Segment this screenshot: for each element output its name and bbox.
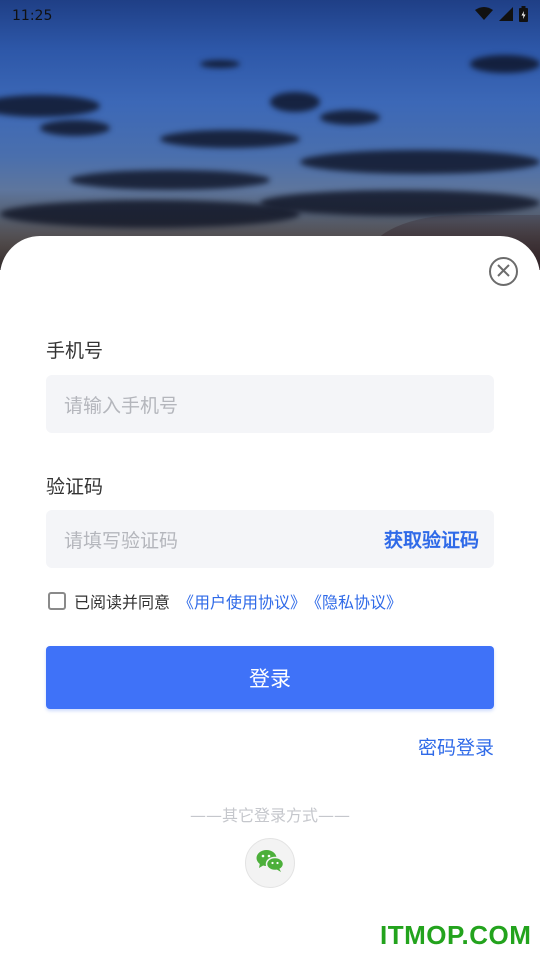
code-input[interactable]: 请填写验证码 获取验证码 bbox=[46, 510, 494, 568]
phone-placeholder: 请输入手机号 bbox=[64, 394, 179, 417]
get-code-button[interactable]: 获取验证码 bbox=[384, 526, 479, 553]
close-icon bbox=[497, 262, 510, 281]
battery-icon bbox=[519, 6, 528, 26]
status-time: 11:25 bbox=[12, 8, 53, 24]
other-login-title: ——其它登录方式—— bbox=[189, 806, 350, 825]
watermark-logo: ITMOP.COM bbox=[380, 920, 532, 950]
status-bar: 11:25 bbox=[0, 0, 540, 32]
close-button[interactable] bbox=[489, 257, 518, 286]
signal-icon bbox=[499, 7, 513, 25]
code-placeholder: 请填写验证码 bbox=[64, 529, 179, 552]
agreement-row: 已阅读并同意 《用户使用协议》 《隐私协议》 bbox=[48, 589, 402, 613]
login-button[interactable]: 登录 bbox=[46, 646, 494, 709]
wechat-login-button[interactable] bbox=[245, 838, 295, 888]
header-background-image bbox=[0, 0, 540, 270]
password-login-link[interactable]: 密码登录 bbox=[418, 733, 494, 760]
agree-checkbox[interactable] bbox=[48, 592, 66, 610]
phone-label: 手机号 bbox=[46, 340, 104, 362]
code-label: 验证码 bbox=[46, 476, 104, 498]
wifi-icon bbox=[475, 7, 493, 25]
privacy-link[interactable]: 《隐私协议》 bbox=[306, 589, 402, 613]
phone-input[interactable]: 请输入手机号 bbox=[46, 375, 494, 433]
user-agreement-link[interactable]: 《用户使用协议》 bbox=[178, 589, 306, 613]
login-button-label: 登录 bbox=[249, 666, 291, 691]
wechat-icon bbox=[256, 849, 285, 877]
agreement-text: 已阅读并同意 bbox=[74, 593, 171, 612]
